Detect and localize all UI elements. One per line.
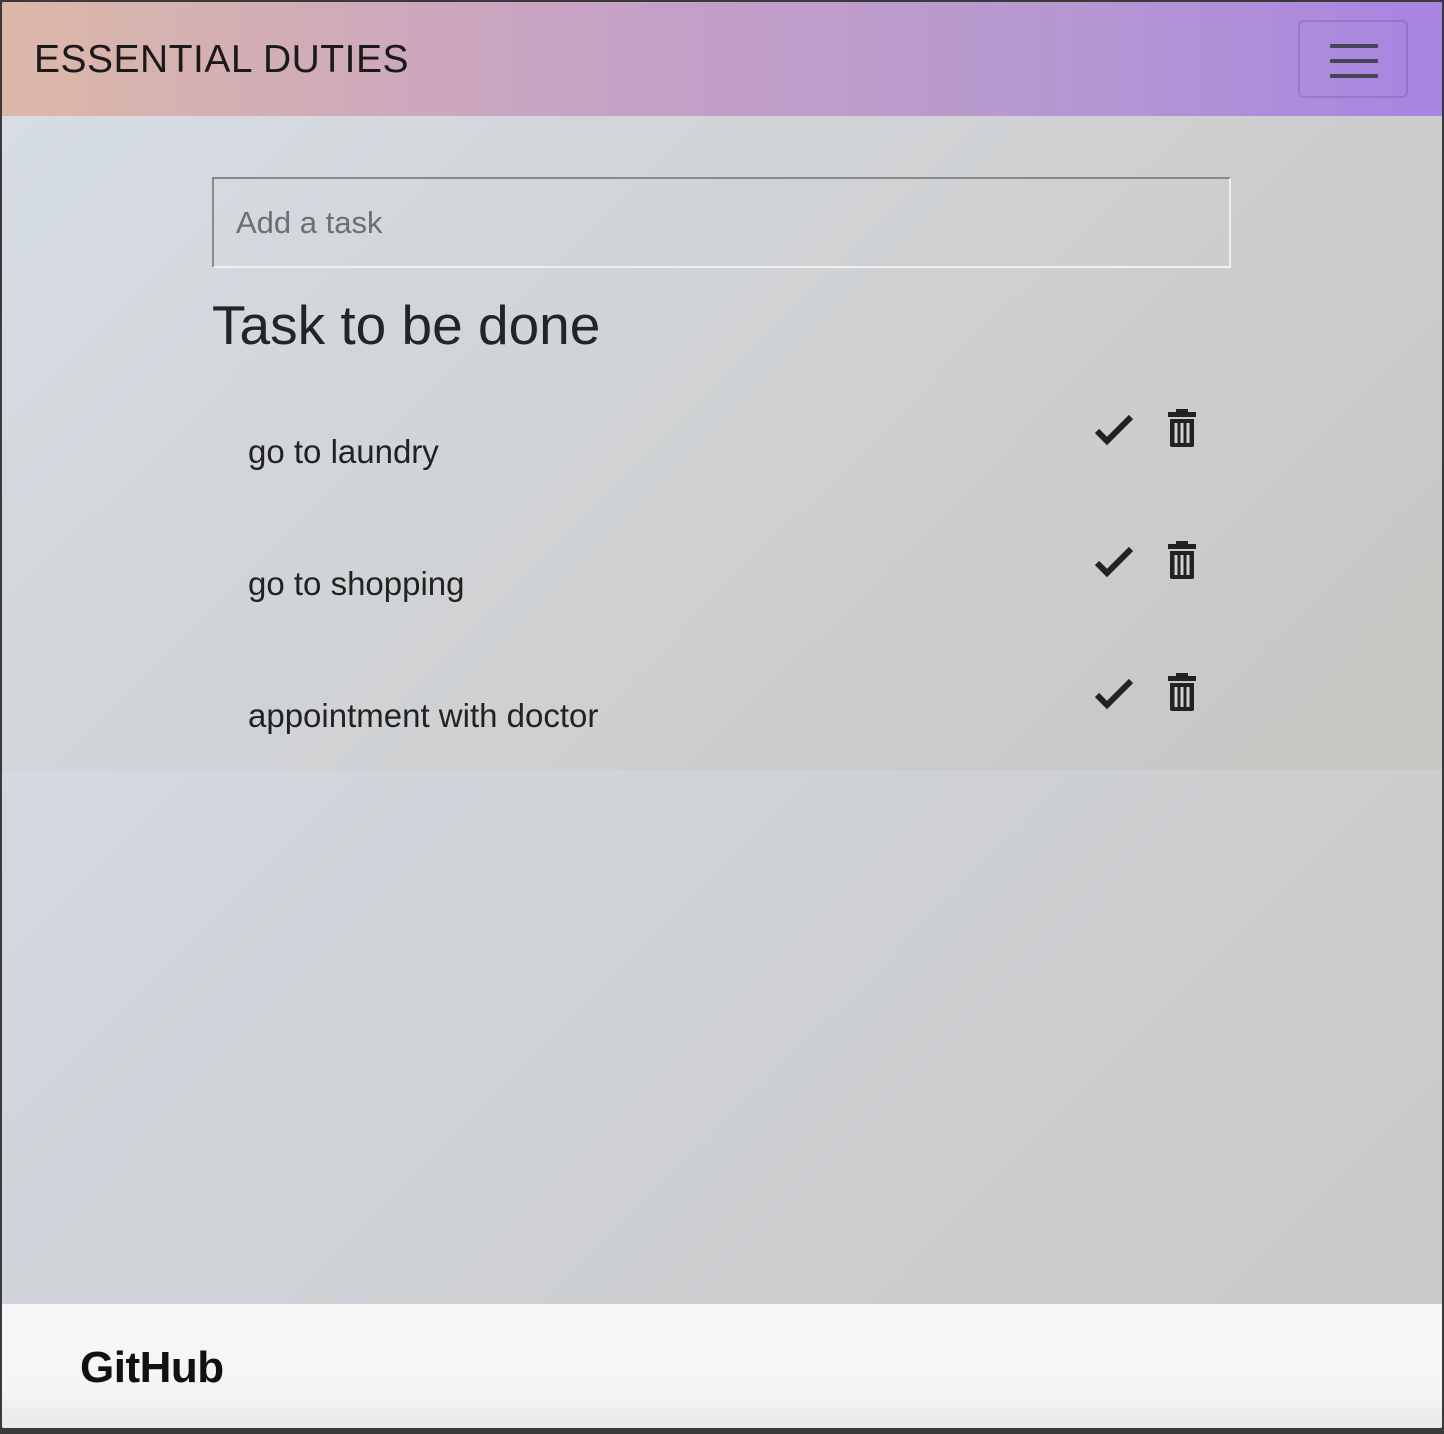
task-label: go to shopping [248, 565, 465, 602]
app-window: ESSENTIAL DUTIES Task to be done go to l… [2, 2, 1442, 1428]
task-item: go to laundry [212, 408, 1231, 500]
trash-icon[interactable] [1166, 408, 1210, 452]
brand-title[interactable]: ESSENTIAL DUTIES [34, 37, 409, 83]
menu-toggle-button[interactable] [1298, 20, 1408, 98]
trash-icon[interactable] [1166, 672, 1210, 716]
navbar: ESSENTIAL DUTIES [2, 2, 1442, 116]
trash-icon[interactable] [1166, 540, 1210, 584]
footer: GitHub [2, 1304, 1442, 1428]
task-item: appointment with doctor [212, 672, 1231, 764]
task-item: go to shopping [212, 540, 1231, 632]
section-title: Task to be done [212, 294, 601, 356]
add-task-input[interactable] [212, 177, 1231, 268]
checkmark-icon[interactable] [1094, 410, 1138, 454]
checkmark-icon[interactable] [1094, 542, 1138, 586]
task-label: appointment with doctor [248, 697, 599, 734]
hamburger-menu-icon [1330, 44, 1378, 48]
checkmark-icon[interactable] [1094, 674, 1138, 718]
hamburger-menu-icon [1330, 59, 1378, 63]
github-link[interactable]: GitHub [80, 1340, 224, 1396]
hamburger-menu-icon [1330, 74, 1378, 78]
task-label: go to laundry [248, 433, 439, 470]
